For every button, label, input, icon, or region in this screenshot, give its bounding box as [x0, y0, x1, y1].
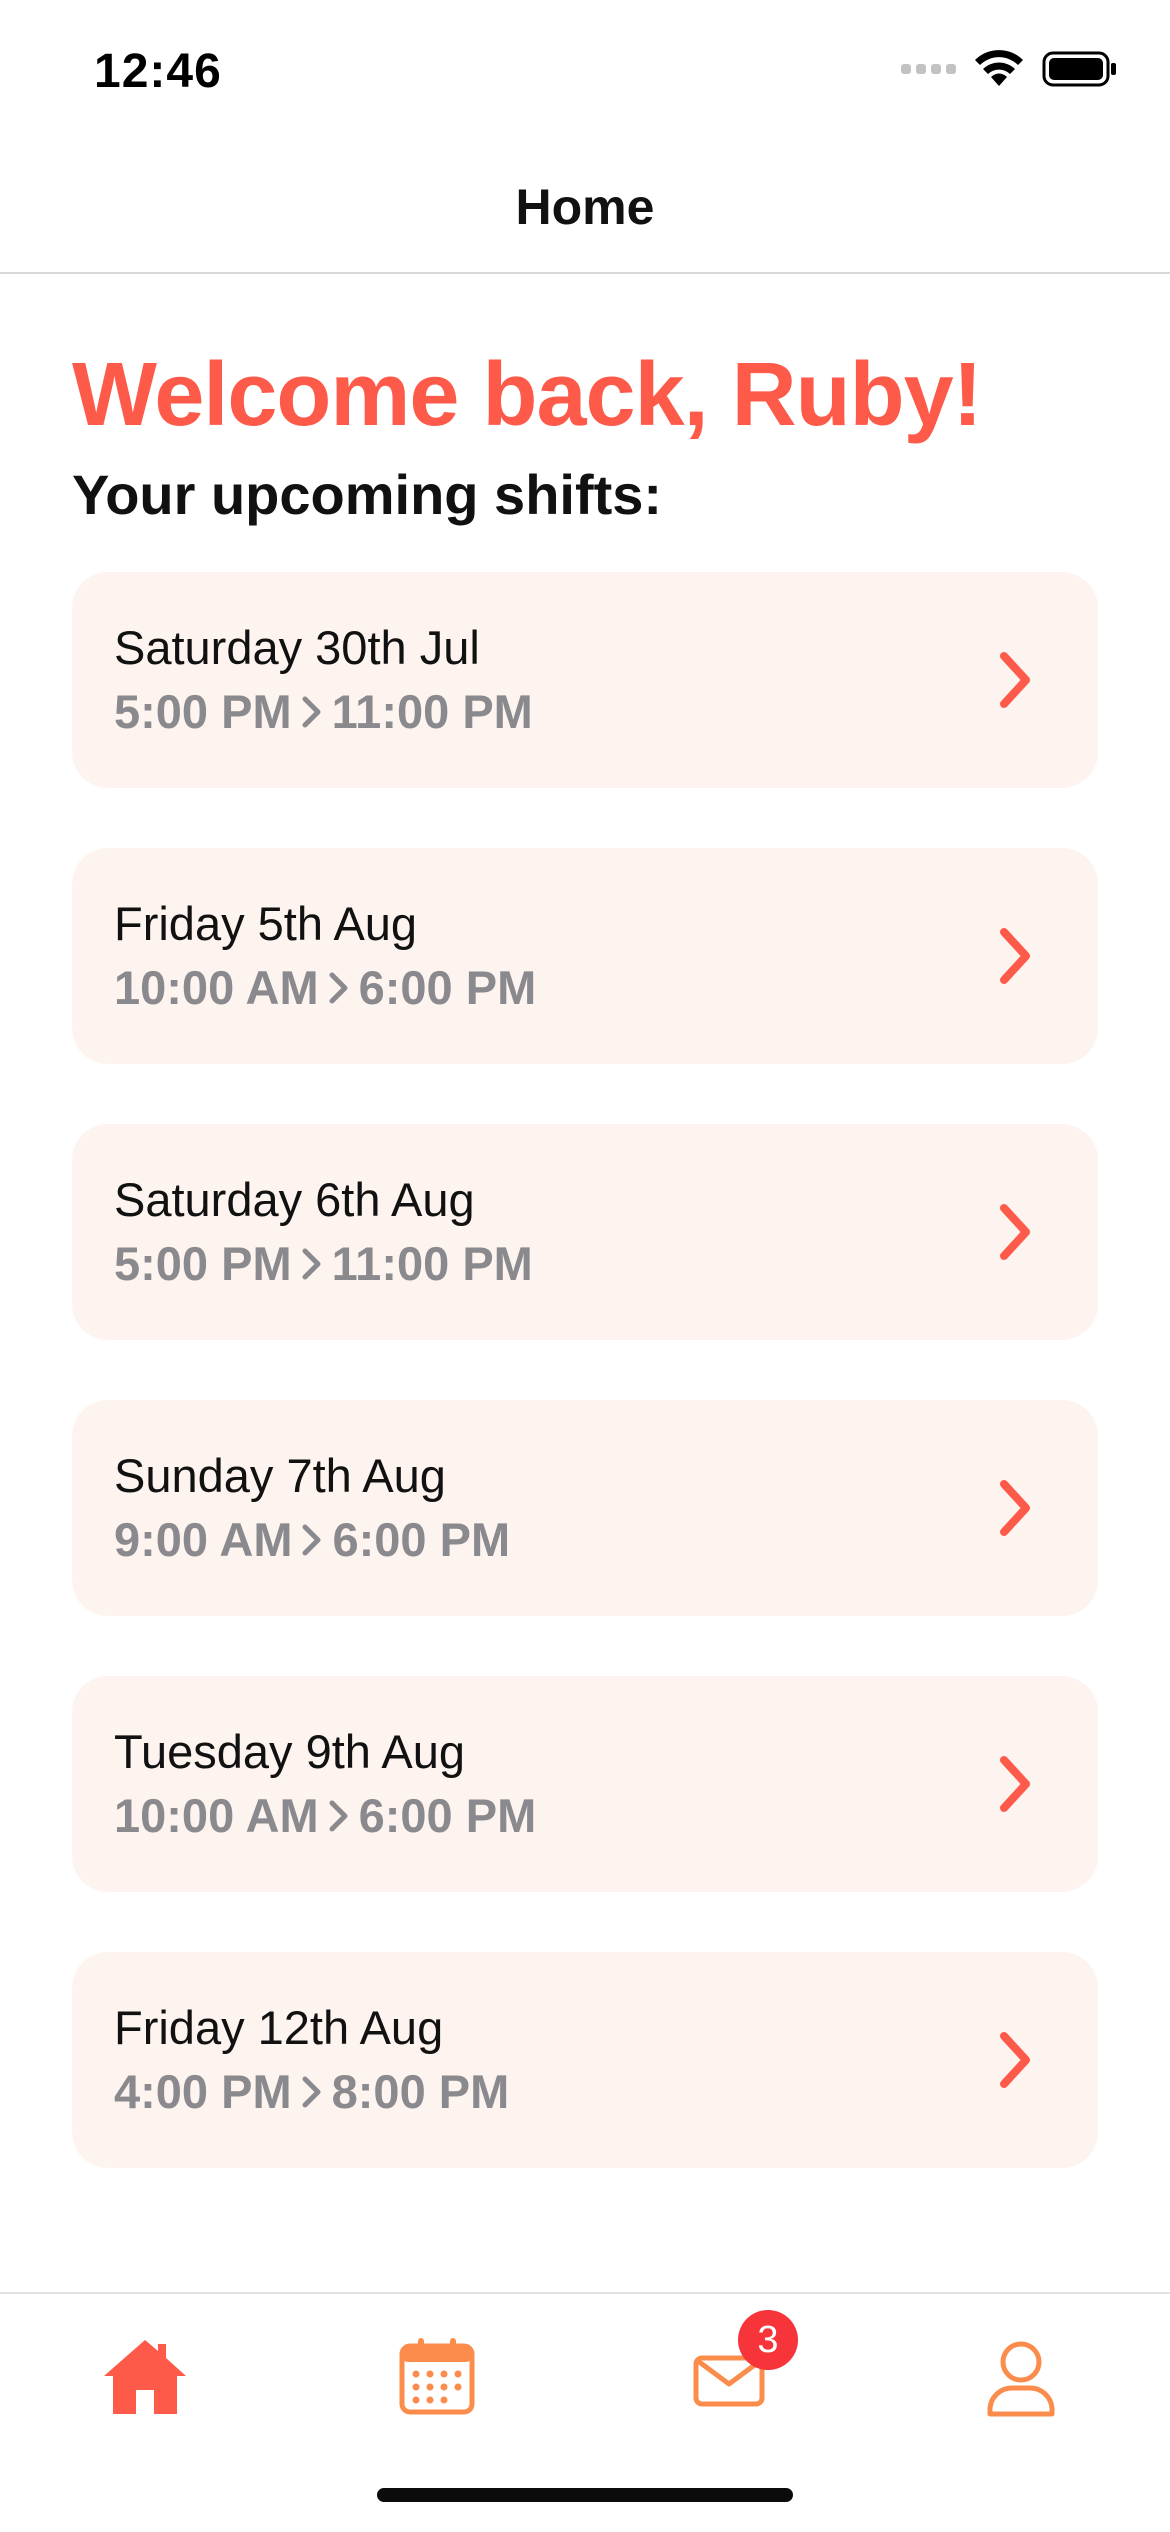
- shift-end-time: 8:00 PM: [331, 2065, 510, 2118]
- shift-time: 9:00 AM 6:00 PM: [114, 1512, 510, 1567]
- status-icons: [901, 50, 1118, 88]
- shift-card[interactable]: Friday 12th Aug 4:00 PM 8:00 PM: [72, 1952, 1098, 2168]
- chevron-right-icon: [1000, 652, 1030, 708]
- inbox-badge: 3: [738, 2310, 798, 2370]
- shift-end-time: 6:00 PM: [332, 1513, 511, 1566]
- person-icon[interactable]: [976, 2332, 1066, 2422]
- shift-date: Tuesday 9th Aug: [114, 1725, 466, 1778]
- calendar-icon[interactable]: [392, 2332, 482, 2422]
- shift-list: Saturday 30th Jul 5:00 PM 11:00 PM Frida…: [72, 572, 1098, 2228]
- chevron-right-icon: [1000, 1204, 1030, 1260]
- shift-end-time: 11:00 PM: [331, 685, 533, 738]
- home-icon[interactable]: [100, 2332, 190, 2422]
- arrow-right-icon: [302, 2076, 321, 2107]
- shift-time: 5:00 PM 11:00 PM: [114, 1236, 533, 1291]
- navigation-bar: Home: [0, 150, 1170, 274]
- welcome-heading: Welcome back, Ruby!: [72, 345, 983, 445]
- shift-start-time: 5:00 PM: [114, 1237, 292, 1290]
- shift-card[interactable]: Saturday 30th Jul 5:00 PM 11:00 PM: [72, 572, 1098, 788]
- shift-start-time: 10:00 AM: [114, 961, 319, 1014]
- status-bar: 12:46: [0, 0, 1170, 140]
- arrow-right-icon: [302, 696, 321, 727]
- shift-date: Saturday 30th Jul: [114, 621, 480, 674]
- shift-start-time: 4:00 PM: [114, 2065, 292, 2118]
- shift-card[interactable]: Saturday 6th Aug 5:00 PM 11:00 PM: [72, 1124, 1098, 1340]
- shift-start-time: 9:00 AM: [114, 1513, 293, 1566]
- shift-end-time: 6:00 PM: [358, 1789, 537, 1842]
- wifi-icon: [975, 50, 1023, 86]
- page-title: Home: [515, 179, 655, 235]
- cellular-signal-icon: [901, 64, 956, 74]
- shift-date: Saturday 6th Aug: [114, 1173, 475, 1226]
- chevron-right-icon: [1000, 928, 1030, 984]
- home-indicator: [377, 2488, 793, 2502]
- shift-card[interactable]: Sunday 7th Aug 9:00 AM 6:00 PM: [72, 1400, 1098, 1616]
- shift-card[interactable]: Friday 5th Aug 10:00 AM 6:00 PM: [72, 848, 1098, 1064]
- shift-date: Friday 12th Aug: [114, 2001, 444, 2054]
- shift-start-time: 5:00 PM: [114, 685, 292, 738]
- shift-time: 10:00 AM 6:00 PM: [114, 960, 536, 1015]
- shift-start-time: 10:00 AM: [114, 1789, 319, 1842]
- arrow-right-icon: [329, 1800, 348, 1831]
- shift-time: 5:00 PM 11:00 PM: [114, 684, 533, 739]
- shift-end-time: 6:00 PM: [358, 961, 537, 1014]
- arrow-right-icon: [329, 972, 348, 1003]
- home-screen: 12:46 Home Welcome back, Ruby! Your upco…: [0, 0, 1170, 2532]
- battery-icon: [1042, 51, 1116, 87]
- chevron-right-icon: [1000, 1756, 1030, 1812]
- chevron-right-icon: [1000, 1480, 1030, 1536]
- shift-date: Sunday 7th Aug: [114, 1449, 446, 1502]
- arrow-right-icon: [302, 1248, 321, 1279]
- arrow-right-icon: [302, 1524, 321, 1555]
- shift-time: 4:00 PM 8:00 PM: [114, 2064, 509, 2119]
- shift-date: Friday 5th Aug: [114, 897, 418, 950]
- upcoming-shifts-heading: Your upcoming shifts:: [72, 463, 663, 526]
- status-time: 12:46: [94, 45, 222, 98]
- shift-time: 10:00 AM 6:00 PM: [114, 1788, 536, 1843]
- chevron-right-icon: [1000, 2032, 1030, 2088]
- shift-end-time: 11:00 PM: [331, 1237, 533, 1290]
- shift-card[interactable]: Tuesday 9th Aug 10:00 AM 6:00 PM: [72, 1676, 1098, 1892]
